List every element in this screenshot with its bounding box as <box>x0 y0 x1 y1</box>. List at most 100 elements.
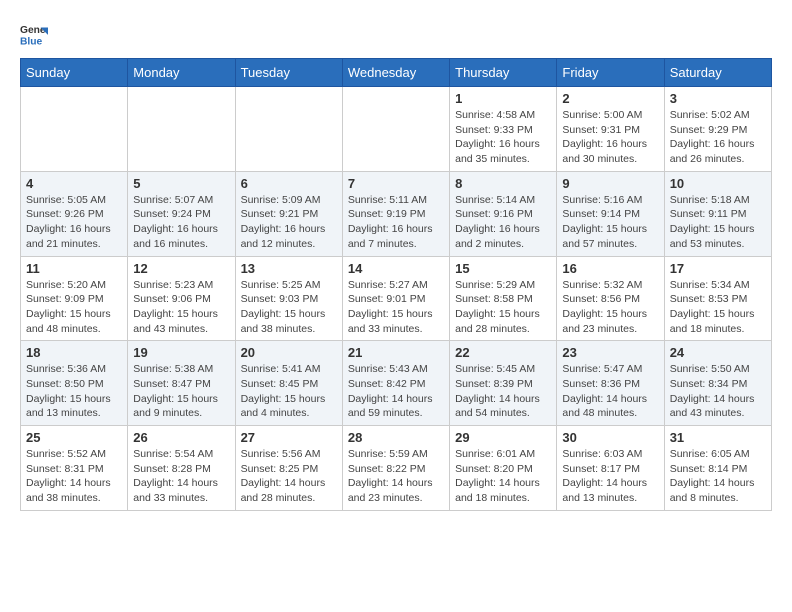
calendar-day-cell: 11 Sunrise: 5:20 AM Sunset: 9:09 PM Dayli… <box>21 256 128 341</box>
day-info: Sunrise: 5:09 AM Sunset: 9:21 PM Dayligh… <box>241 193 337 252</box>
day-number: 4 <box>26 176 122 191</box>
calendar-day-cell: 30 Sunrise: 6:03 AM Sunset: 8:17 PM Dayli… <box>557 426 664 511</box>
calendar-day-cell: 28 Sunrise: 5:59 AM Sunset: 8:22 PM Dayli… <box>342 426 449 511</box>
day-info: Sunrise: 5:23 AM Sunset: 9:06 PM Dayligh… <box>133 278 229 337</box>
day-of-week-header: Tuesday <box>235 59 342 87</box>
day-number: 30 <box>562 430 658 445</box>
day-info: Sunrise: 5:34 AM Sunset: 8:53 PM Dayligh… <box>670 278 766 337</box>
calendar-day-cell: 2 Sunrise: 5:00 AM Sunset: 9:31 PM Daylig… <box>557 87 664 172</box>
day-info: Sunrise: 5:27 AM Sunset: 9:01 PM Dayligh… <box>348 278 444 337</box>
calendar-day-cell: 22 Sunrise: 5:45 AM Sunset: 8:39 PM Dayli… <box>450 341 557 426</box>
page-header: General Blue <box>20 20 772 48</box>
day-number: 13 <box>241 261 337 276</box>
calendar-table: SundayMondayTuesdayWednesdayThursdayFrid… <box>20 58 772 511</box>
day-number: 10 <box>670 176 766 191</box>
day-info: Sunrise: 5:59 AM Sunset: 8:22 PM Dayligh… <box>348 447 444 506</box>
day-info: Sunrise: 5:11 AM Sunset: 9:19 PM Dayligh… <box>348 193 444 252</box>
calendar-day-cell: 3 Sunrise: 5:02 AM Sunset: 9:29 PM Daylig… <box>664 87 771 172</box>
calendar-day-cell: 27 Sunrise: 5:56 AM Sunset: 8:25 PM Dayli… <box>235 426 342 511</box>
day-number: 3 <box>670 91 766 106</box>
logo-icon: General Blue <box>20 20 48 48</box>
calendar-day-cell: 5 Sunrise: 5:07 AM Sunset: 9:24 PM Daylig… <box>128 171 235 256</box>
day-info: Sunrise: 5:18 AM Sunset: 9:11 PM Dayligh… <box>670 193 766 252</box>
day-info: Sunrise: 5:20 AM Sunset: 9:09 PM Dayligh… <box>26 278 122 337</box>
day-number: 6 <box>241 176 337 191</box>
day-number: 7 <box>348 176 444 191</box>
day-info: Sunrise: 6:03 AM Sunset: 8:17 PM Dayligh… <box>562 447 658 506</box>
calendar-day-cell: 7 Sunrise: 5:11 AM Sunset: 9:19 PM Daylig… <box>342 171 449 256</box>
day-info: Sunrise: 6:01 AM Sunset: 8:20 PM Dayligh… <box>455 447 551 506</box>
calendar-day-cell: 19 Sunrise: 5:38 AM Sunset: 8:47 PM Dayli… <box>128 341 235 426</box>
day-number: 18 <box>26 345 122 360</box>
day-number: 31 <box>670 430 766 445</box>
calendar-week-row: 11 Sunrise: 5:20 AM Sunset: 9:09 PM Dayli… <box>21 256 772 341</box>
calendar-day-cell: 21 Sunrise: 5:43 AM Sunset: 8:42 PM Dayli… <box>342 341 449 426</box>
day-info: Sunrise: 5:38 AM Sunset: 8:47 PM Dayligh… <box>133 362 229 421</box>
day-of-week-header: Friday <box>557 59 664 87</box>
calendar-day-cell: 17 Sunrise: 5:34 AM Sunset: 8:53 PM Dayli… <box>664 256 771 341</box>
day-number: 20 <box>241 345 337 360</box>
calendar-day-cell: 24 Sunrise: 5:50 AM Sunset: 8:34 PM Dayli… <box>664 341 771 426</box>
day-info: Sunrise: 5:05 AM Sunset: 9:26 PM Dayligh… <box>26 193 122 252</box>
day-number: 28 <box>348 430 444 445</box>
calendar-day-cell: 15 Sunrise: 5:29 AM Sunset: 8:58 PM Dayli… <box>450 256 557 341</box>
day-of-week-header: Wednesday <box>342 59 449 87</box>
day-number: 26 <box>133 430 229 445</box>
day-info: Sunrise: 6:05 AM Sunset: 8:14 PM Dayligh… <box>670 447 766 506</box>
calendar-day-cell <box>235 87 342 172</box>
day-number: 22 <box>455 345 551 360</box>
calendar-day-cell: 25 Sunrise: 5:52 AM Sunset: 8:31 PM Dayli… <box>21 426 128 511</box>
calendar-day-cell: 23 Sunrise: 5:47 AM Sunset: 8:36 PM Dayli… <box>557 341 664 426</box>
day-info: Sunrise: 5:36 AM Sunset: 8:50 PM Dayligh… <box>26 362 122 421</box>
day-number: 2 <box>562 91 658 106</box>
calendar-day-cell: 1 Sunrise: 4:58 AM Sunset: 9:33 PM Daylig… <box>450 87 557 172</box>
day-number: 12 <box>133 261 229 276</box>
day-info: Sunrise: 5:54 AM Sunset: 8:28 PM Dayligh… <box>133 447 229 506</box>
day-number: 29 <box>455 430 551 445</box>
day-number: 19 <box>133 345 229 360</box>
day-info: Sunrise: 5:45 AM Sunset: 8:39 PM Dayligh… <box>455 362 551 421</box>
day-info: Sunrise: 5:02 AM Sunset: 9:29 PM Dayligh… <box>670 108 766 167</box>
day-number: 25 <box>26 430 122 445</box>
day-number: 5 <box>133 176 229 191</box>
day-info: Sunrise: 5:25 AM Sunset: 9:03 PM Dayligh… <box>241 278 337 337</box>
day-info: Sunrise: 5:52 AM Sunset: 8:31 PM Dayligh… <box>26 447 122 506</box>
calendar-day-cell: 12 Sunrise: 5:23 AM Sunset: 9:06 PM Dayli… <box>128 256 235 341</box>
day-number: 16 <box>562 261 658 276</box>
day-info: Sunrise: 5:56 AM Sunset: 8:25 PM Dayligh… <box>241 447 337 506</box>
calendar-week-row: 4 Sunrise: 5:05 AM Sunset: 9:26 PM Daylig… <box>21 171 772 256</box>
day-of-week-header: Sunday <box>21 59 128 87</box>
calendar-day-cell <box>128 87 235 172</box>
day-info: Sunrise: 5:47 AM Sunset: 8:36 PM Dayligh… <box>562 362 658 421</box>
day-number: 11 <box>26 261 122 276</box>
calendar-day-cell: 29 Sunrise: 6:01 AM Sunset: 8:20 PM Dayli… <box>450 426 557 511</box>
day-info: Sunrise: 5:00 AM Sunset: 9:31 PM Dayligh… <box>562 108 658 167</box>
day-info: Sunrise: 5:29 AM Sunset: 8:58 PM Dayligh… <box>455 278 551 337</box>
day-info: Sunrise: 5:14 AM Sunset: 9:16 PM Dayligh… <box>455 193 551 252</box>
calendar-week-row: 18 Sunrise: 5:36 AM Sunset: 8:50 PM Dayli… <box>21 341 772 426</box>
day-info: Sunrise: 5:32 AM Sunset: 8:56 PM Dayligh… <box>562 278 658 337</box>
day-info: Sunrise: 5:43 AM Sunset: 8:42 PM Dayligh… <box>348 362 444 421</box>
day-info: Sunrise: 5:50 AM Sunset: 8:34 PM Dayligh… <box>670 362 766 421</box>
day-info: Sunrise: 4:58 AM Sunset: 9:33 PM Dayligh… <box>455 108 551 167</box>
day-number: 23 <box>562 345 658 360</box>
day-number: 24 <box>670 345 766 360</box>
day-number: 1 <box>455 91 551 106</box>
calendar-day-cell: 10 Sunrise: 5:18 AM Sunset: 9:11 PM Dayli… <box>664 171 771 256</box>
calendar-day-cell: 31 Sunrise: 6:05 AM Sunset: 8:14 PM Dayli… <box>664 426 771 511</box>
day-number: 17 <box>670 261 766 276</box>
calendar-day-cell: 8Sunrise: 5:14 AM Sunset: 9:16 PM Daylig… <box>450 171 557 256</box>
calendar-header-row: SundayMondayTuesdayWednesdayThursdayFrid… <box>21 59 772 87</box>
calendar-day-cell: 18 Sunrise: 5:36 AM Sunset: 8:50 PM Dayli… <box>21 341 128 426</box>
calendar-day-cell <box>342 87 449 172</box>
day-info: Sunrise: 5:07 AM Sunset: 9:24 PM Dayligh… <box>133 193 229 252</box>
day-number: 21 <box>348 345 444 360</box>
day-number: 27 <box>241 430 337 445</box>
calendar-day-cell: 26 Sunrise: 5:54 AM Sunset: 8:28 PM Dayli… <box>128 426 235 511</box>
day-number: 14 <box>348 261 444 276</box>
day-number: 9 <box>562 176 658 191</box>
calendar-day-cell: 14 Sunrise: 5:27 AM Sunset: 9:01 PM Dayli… <box>342 256 449 341</box>
calendar-day-cell: 20Sunrise: 5:41 AM Sunset: 8:45 PM Dayli… <box>235 341 342 426</box>
day-number: 15 <box>455 261 551 276</box>
calendar-day-cell <box>21 87 128 172</box>
